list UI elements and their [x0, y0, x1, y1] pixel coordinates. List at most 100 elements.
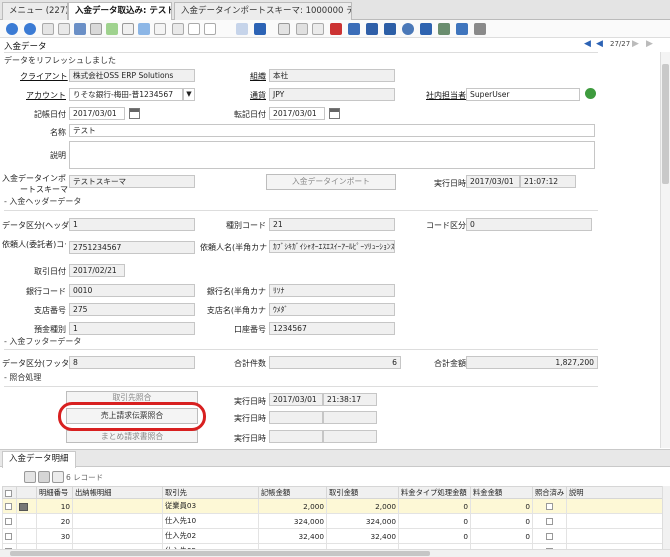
search-icon[interactable] — [122, 23, 134, 35]
requester-name-field[interactable]: ｶﾌﾞｼｷｶﾞｲｼｬｵｰｴｽｴｽｲｰｱｰﾙﾋﾟｰｿﾘｭｰｼｮﾝｽﾞ — [269, 240, 395, 253]
doc-date-field[interactable]: 2017/03/01 — [69, 107, 125, 120]
chevron-down-icon[interactable]: ▼ — [183, 88, 195, 101]
match-exec-date-3[interactable] — [269, 430, 323, 443]
previous-record-icon[interactable]: ◀ — [596, 39, 603, 49]
column-header[interactable]: 料金タイプ処理金額 — [398, 486, 471, 499]
acct-date-field[interactable]: 2017/03/01 — [269, 107, 325, 120]
hdr-data-kbn-field[interactable]: 1 — [69, 218, 195, 231]
help-icon[interactable] — [24, 23, 36, 35]
checkbox[interactable] — [5, 503, 12, 510]
calendar-icon[interactable] — [129, 108, 140, 119]
column-header[interactable]: 記帳金額 — [258, 486, 327, 499]
checkbox[interactable] — [5, 533, 12, 540]
edit-icon[interactable] — [19, 502, 28, 511]
row-select[interactable] — [2, 528, 17, 544]
row-edit-cell[interactable] — [16, 498, 37, 514]
gear-icon[interactable] — [402, 23, 414, 35]
total-amount-field[interactable]: 1,827,200 — [466, 356, 598, 369]
checkbox[interactable] — [546, 518, 553, 525]
form-toggle-icon[interactable] — [204, 23, 216, 35]
customize-icon[interactable] — [420, 23, 432, 35]
column-header[interactable]: 出納帳明細 — [72, 486, 163, 499]
refresh-icon[interactable] — [585, 88, 596, 99]
end-icon[interactable] — [474, 23, 486, 35]
row-select[interactable] — [2, 498, 17, 514]
calendar-icon[interactable] — [329, 108, 340, 119]
payment-import-button[interactable]: 入金データインポート — [266, 174, 396, 190]
note-icon[interactable] — [154, 23, 166, 35]
next-record-icon[interactable]: ▶ — [632, 39, 639, 49]
tab-import-schema[interactable]: 入金データインポートスキーマ: 1000000 テス...× — [174, 2, 352, 20]
account-field[interactable]: りそな銀行-梅田-普1234567 — [69, 88, 183, 101]
table-row[interactable]: 30 仕入先02 32,400 32,400 0 0 — [2, 528, 663, 544]
report-icon[interactable] — [278, 23, 290, 35]
first-record-icon[interactable]: ◀ — [584, 39, 591, 49]
grid-vertical-scrollbar[interactable] — [662, 486, 670, 549]
requester-code-field[interactable]: 2751234567 — [69, 241, 195, 254]
bank-code-field[interactable]: 0010 — [69, 284, 195, 297]
match-exec-time-2[interactable] — [323, 411, 377, 424]
exec-time-field[interactable]: 21:07:12 — [520, 175, 576, 188]
trade-date-field[interactable]: 2017/02/21 — [69, 264, 125, 277]
match-exec-date-1[interactable]: 2017/03/01 — [269, 393, 323, 406]
checkbox[interactable] — [546, 503, 553, 510]
match-exec-time-3[interactable] — [323, 430, 377, 443]
currency-field[interactable]: JPY — [269, 88, 395, 101]
save-icon[interactable] — [90, 23, 102, 35]
archive-icon[interactable] — [296, 23, 308, 35]
horizontal-scrollbar[interactable] — [0, 549, 670, 557]
select-all-header[interactable] — [2, 486, 17, 499]
row-edit-cell[interactable] — [16, 513, 37, 529]
column-header[interactable]: 取引金額 — [326, 486, 399, 499]
checkbox[interactable] — [546, 533, 553, 540]
history-icon[interactable] — [172, 23, 184, 35]
checkbox[interactable] — [5, 489, 12, 497]
org-field[interactable]: 本社 — [269, 69, 395, 82]
sales-rep-field[interactable]: SuperUser — [466, 88, 580, 101]
tab-payment-lines[interactable]: 入金データ明細 — [2, 451, 76, 468]
tab-menu[interactable]: メニュー (227) — [2, 2, 68, 20]
zoom-across-icon[interactable] — [330, 23, 342, 35]
refresh-icon[interactable] — [106, 23, 118, 35]
arrow-down-icon[interactable] — [254, 23, 266, 35]
attachment-icon[interactable] — [138, 23, 150, 35]
exec-date-field[interactable]: 2017/03/01 — [466, 175, 520, 188]
column-header[interactable]: 照合済み — [532, 486, 567, 499]
description-textarea[interactable] — [69, 141, 595, 169]
form-vertical-scrollbar[interactable] — [660, 52, 670, 448]
grid-toggle-icon[interactable] — [38, 471, 50, 483]
branch-name-field[interactable]: ｳﾒﾀﾞ — [269, 303, 395, 316]
ftr-data-kbn-field[interactable]: 8 — [69, 356, 195, 369]
total-count-field[interactable]: 6 — [269, 356, 401, 369]
scroll-thumb[interactable] — [10, 551, 430, 556]
help-icon[interactable] — [6, 23, 18, 35]
client-field[interactable]: 株式会社OSS ERP Solutions — [69, 69, 195, 82]
new-record-icon[interactable] — [42, 23, 54, 35]
request-icon[interactable] — [366, 23, 378, 35]
scroll-thumb[interactable] — [662, 64, 669, 184]
copy-icon[interactable] — [58, 23, 70, 35]
matched-cell[interactable] — [532, 528, 567, 544]
column-header[interactable]: 料金金額 — [470, 486, 533, 499]
branch-no-field[interactable]: 275 — [69, 303, 195, 316]
row-edit-cell[interactable] — [16, 528, 37, 544]
export-icon[interactable] — [438, 23, 450, 35]
grid-toggle-icon[interactable] — [188, 23, 200, 35]
table-row[interactable]: 10 従業員03 2,000 2,000 0 0 — [2, 498, 663, 514]
column-header[interactable]: 明細番号 — [36, 486, 73, 499]
schema-field[interactable]: テストスキーマ — [69, 175, 195, 188]
bank-name-field[interactable]: ﾘｿﾅ — [269, 284, 395, 297]
deposit-type-field[interactable]: 1 — [69, 322, 195, 335]
match-exec-time-1[interactable]: 21:38:17 — [323, 393, 377, 406]
checkbox[interactable] — [5, 518, 12, 525]
last-record-icon[interactable]: ▶ — [646, 39, 653, 49]
table-row[interactable]: 20 仕入先10 324,000 324,000 0 0 — [2, 513, 663, 529]
type-code-field[interactable]: 21 — [269, 218, 395, 231]
arrow-up-icon[interactable] — [236, 23, 248, 35]
section-matching[interactable]: - 照合処理 — [4, 372, 41, 383]
column-header[interactable]: 取引先 — [162, 486, 259, 499]
summary-invoice-match-button[interactable]: まとめ請求書照合 — [66, 430, 198, 443]
import-icon[interactable] — [456, 23, 468, 35]
tab-payment-import[interactable]: 入金データ取込み: テスト× — [68, 2, 172, 21]
code-kbn-field[interactable]: 0 — [466, 218, 592, 231]
